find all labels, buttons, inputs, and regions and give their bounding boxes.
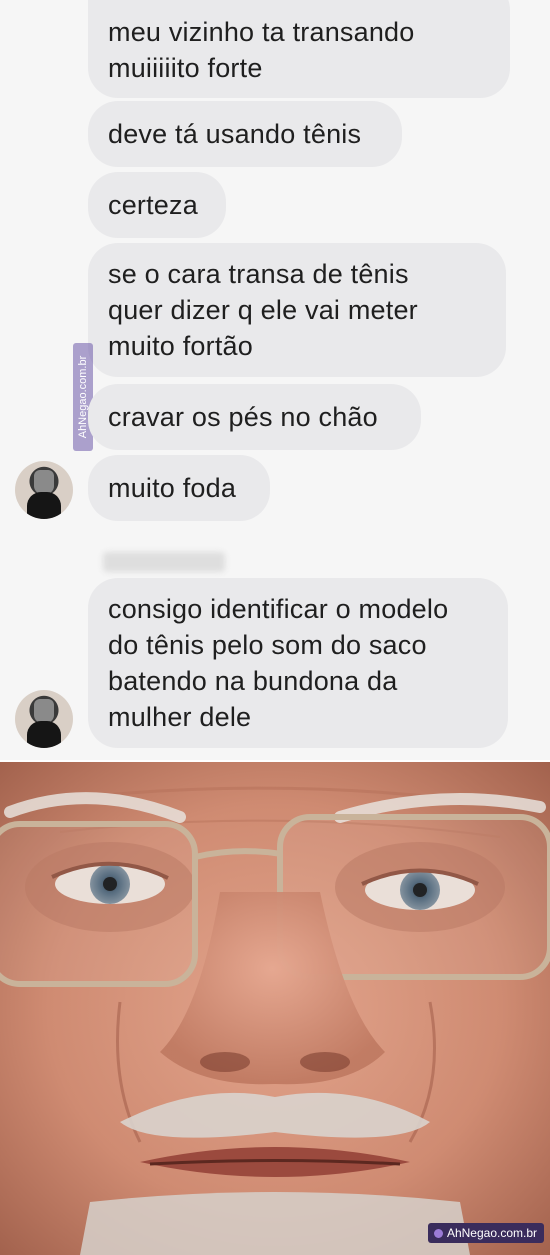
message-bubble: meu vizinho ta transando muiiiiito forte [88,0,510,98]
avatar-head [34,699,54,723]
message-bubble: muito foda [88,455,270,521]
side-watermark-text: AhNegao.com.br [77,355,89,439]
avatar-head [34,470,54,494]
message-bubble: deve tá usando tênis [88,101,402,167]
message-bubble: cravar os pés no chão [88,384,421,450]
message-line: do tênis pelo som do saco [108,630,427,660]
watermark-text: AhNegao.com.br [446,1226,537,1240]
side-watermark: AhNegao.com.br [73,343,93,451]
message-line: batendo na bundona da [108,666,398,696]
chat-screenshot: meu vizinho ta transando muiiiiito forte… [0,0,550,760]
face-illustration [0,762,550,1255]
message-bubble: consigo identificar o modelo do tênis pe… [88,578,508,748]
message-line: certeza [108,190,198,220]
blurred-sender-name [103,552,225,572]
avatar[interactable] [15,461,73,519]
avatar[interactable] [15,690,73,748]
message-line: mulher dele [108,702,252,732]
message-line: muiiiiito forte [108,53,263,83]
message-bubble: certeza [88,172,226,238]
watermark-logo-icon [433,1228,443,1238]
site-watermark: AhNegao.com.br [427,1223,544,1243]
message-line: quer dizer q ele vai meter [108,295,418,325]
avatar-body [27,721,61,748]
message-line: consigo identificar o modelo [108,594,449,624]
message-line: muito fortão [108,331,253,361]
message-line: meu vizinho ta transando [108,17,415,47]
message-bubble: se o cara transa de tênis quer dizer q e… [88,243,506,377]
message-line: cravar os pés no chão [108,402,378,432]
avatar-body [27,492,61,519]
message-line: muito foda [108,473,237,503]
message-line: se o cara transa de tênis [108,259,409,289]
message-line: deve tá usando tênis [108,119,362,149]
reaction-photo: AhNegao.com.br [0,762,550,1255]
